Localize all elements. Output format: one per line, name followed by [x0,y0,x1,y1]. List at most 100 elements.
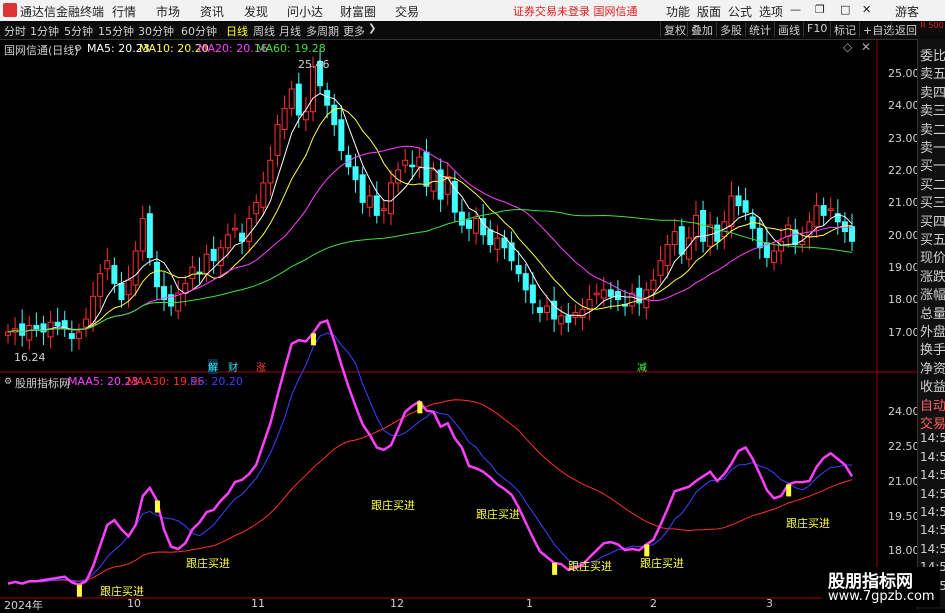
candle-body [246,218,253,242]
sidebar-item: 买三 [920,196,945,212]
candle-body [210,248,217,262]
candle-body [650,279,657,291]
x-label: 11 [251,597,265,610]
sidebar-item: 14:56 [920,523,945,538]
sidebar-item: 换手 [920,343,945,359]
buy-signal-marker [76,584,82,597]
candle-body [466,219,473,229]
marker-unlock[interactable]: 解 [208,359,218,374]
x-label: 12 [390,597,404,610]
sidebar-item: 交易 [920,417,945,432]
candle-body [657,260,664,276]
buy-signal-marker [154,500,160,513]
candle-body [515,265,522,275]
candle-body [473,218,480,234]
buy-signal-label: 跟庄买进 [371,499,415,512]
marker-reduce[interactable]: 减 [637,359,647,374]
candle-body [139,218,146,252]
ks-line [7,332,852,585]
stock-title[interactable]: 国网信通(日线) [4,42,79,58]
candle-body [352,166,359,181]
candle-body [785,224,792,237]
sidebar-item: 14:56 [920,468,945,483]
sidebar-item: 收益 [920,380,945,396]
marker-finance[interactable]: 财 [228,359,238,374]
candle-body [728,195,735,228]
sidebar-item: 卖一 [920,141,945,156]
pane-collapse-icon[interactable]: ◇ [843,40,852,54]
candle-body [813,205,820,228]
candle-body [132,250,139,286]
buy-signal-marker [786,484,792,497]
buy-signal-label: 跟庄买进 [786,517,830,530]
sub-lines-group [7,319,854,597]
candle-body [309,65,316,113]
candle-body [231,227,238,231]
x-label: 10 [127,597,141,610]
sub-settings-icon[interactable]: ⚙ [4,377,12,387]
candle-body [380,208,387,212]
candle-body [267,159,274,184]
buy-signal-label: 跟庄买进 [476,508,520,521]
candle-body [387,182,394,215]
x-label: 2 [650,597,657,610]
quote-sidebar: 委比 卖五 卖四 卖三 卖二 卖一 买一 买二 买三 买四 买五 现价 涨跌 涨幅 总量 外盘 换手 净资 收益 自动… [917,39,945,609]
candle-body [664,244,671,267]
candle-body [5,331,11,336]
buy-signal-marker [310,333,316,346]
candle-body [487,229,494,246]
candle-body [54,321,61,327]
ma20-line [7,145,853,333]
marker-rise[interactable]: 涨 [256,359,266,374]
candle-body [281,107,288,131]
candles-group [5,48,855,352]
candle-body [97,273,104,297]
candle-body [146,213,153,258]
candle-body [118,282,125,301]
sub-y-tick: 24.00 [888,405,920,418]
candle-body [288,88,295,109]
candle-body [68,333,75,339]
candle-body [423,151,430,187]
sidebar-item: 总量 [920,306,945,322]
sidebar-item: 现价 [920,251,945,267]
candle-body [458,211,465,226]
candle-body [820,205,827,216]
pane-close-icon[interactable]: ✕ [861,40,871,54]
sub-y-tick: 18.00 [888,544,920,557]
sidebar-item: 委比 [920,49,945,64]
candle-body [692,214,699,239]
candle-body [111,265,118,284]
candle-body [295,83,302,116]
candle-body [770,250,777,263]
buy-signal-marker [417,401,423,414]
candle-body [558,315,565,325]
candle-body [742,200,749,213]
sidebar-item: 净资 [920,361,945,377]
sidebar-item: 外盘 [920,325,945,340]
candle-body [600,289,607,299]
candle-body [83,318,90,328]
candle-body [19,323,26,336]
legend-settings-icon[interactable]: ⚙ [74,44,82,54]
y-tick: 23.00 [888,132,920,145]
x-label: 3 [766,597,773,610]
candle-body [536,307,543,314]
candle-body [33,325,40,330]
ma60-value: MA60: 19.28 [256,42,326,55]
candle-body [104,260,111,270]
watermark: 股朋指标网 www.7gpzb.com [822,567,940,607]
sidebar-item: 卖三 [920,104,945,120]
candle-body [593,292,600,296]
sub-title[interactable]: 股朋指标网 [15,375,70,391]
sidebar-item: 自动 [920,398,945,414]
x-label: 2024年 [4,599,43,612]
candle-body [125,279,132,296]
sub-y-tick: 19.50 [888,510,920,523]
sidebar-item: 卖四 [920,85,945,101]
candle-body [565,315,572,323]
candle-body [26,325,33,341]
y-tick: 21.00 [888,196,920,209]
candle-body [494,237,501,250]
buy-signal-marker [552,562,558,575]
